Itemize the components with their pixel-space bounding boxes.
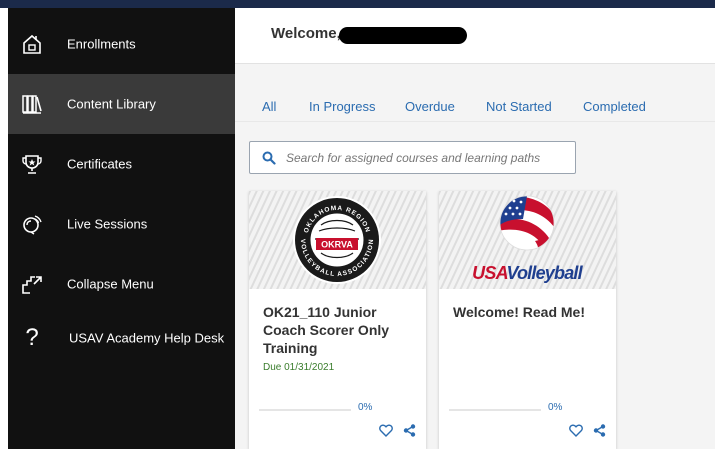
search-input[interactable] [286, 148, 566, 168]
course-card[interactable]: USAVolleyball Welcome! Read Me! 0% [439, 191, 616, 449]
collapse-menu-icon [20, 272, 44, 296]
tab-in-progress[interactable]: In Progress [309, 99, 375, 114]
sidebar-item-enrollments[interactable]: Enrollments [8, 14, 235, 74]
top-strip [0, 0, 715, 8]
filter-tabs: All In Progress Overdue Not Started Comp… [235, 88, 715, 122]
heart-icon[interactable] [379, 423, 393, 437]
tab-all[interactable]: All [262, 99, 276, 114]
card-actions [569, 423, 606, 437]
course-thumbnail: USAVolleyball [439, 191, 616, 289]
tab-overdue[interactable]: Overdue [405, 99, 455, 114]
trophy-certificate-icon [20, 152, 44, 176]
sidebar-item-content-library[interactable]: Content Library [8, 74, 235, 134]
sidebar-item-label: Certificates [67, 156, 133, 172]
sidebar-item-label: Collapse Menu [67, 276, 154, 292]
course-title[interactable]: OK21_110 Junior Coach Scorer Only Traini… [263, 303, 418, 357]
heart-icon[interactable] [569, 423, 583, 437]
welcome-text: Welcome, [271, 25, 341, 42]
redacted-username [339, 27, 467, 44]
tab-completed[interactable]: Completed [583, 99, 646, 114]
enrollments-house-icon [20, 32, 44, 56]
progress-label: 0% [548, 402, 563, 413]
sidebar-item-collapse-menu[interactable]: Collapse Menu [8, 254, 235, 314]
progress-label: 0% [358, 402, 373, 413]
main-content: Welcome, All In Progress Overdue Not Sta… [235, 8, 715, 449]
course-card[interactable]: OKLAHOMA REGION VOLLEYBALL ASSOCIATION O… [249, 191, 426, 449]
svg-text:USAVolleyball: USAVolleyball [472, 263, 583, 283]
help-question-icon: ? [25, 324, 39, 351]
progress-bar [449, 409, 541, 411]
svg-text:OKRVA: OKRVA [321, 240, 353, 250]
sidebar-item-certificates[interactable]: Certificates [8, 134, 235, 194]
tab-not-started[interactable]: Not Started [486, 99, 552, 114]
okrva-logo: OKLAHOMA REGION VOLLEYBALL ASSOCIATION O… [249, 191, 426, 289]
search-icon [262, 151, 276, 165]
due-date: Due 01/31/2021 [263, 362, 335, 373]
library-books-icon [20, 92, 44, 116]
progress-bar [259, 409, 351, 411]
course-thumbnail: OKLAHOMA REGION VOLLEYBALL ASSOCIATION O… [249, 191, 426, 289]
sidebar-item-label: Content Library [67, 96, 156, 112]
sidebar-item-label: Live Sessions [67, 216, 148, 232]
sidebar-item-label: Enrollments [67, 36, 136, 52]
card-actions [379, 423, 416, 437]
welcome-bar: Welcome, [235, 8, 715, 64]
live-sessions-icon [20, 212, 44, 236]
course-title[interactable]: Welcome! Read Me! [453, 303, 608, 321]
share-icon[interactable] [592, 423, 606, 437]
search-box [249, 141, 576, 174]
sidebar-item-live-sessions[interactable]: Live Sessions [8, 194, 235, 254]
share-icon[interactable] [402, 423, 416, 437]
sidebar-item-label: USAV Academy Help Desk [69, 330, 225, 346]
sidebar: Enrollments Content Library Certificates… [8, 8, 235, 449]
sidebar-item-help-desk[interactable]: ? USAV Academy Help Desk [8, 308, 235, 368]
left-edge [0, 8, 8, 449]
usa-volleyball-logo: USAVolleyball [439, 191, 616, 289]
